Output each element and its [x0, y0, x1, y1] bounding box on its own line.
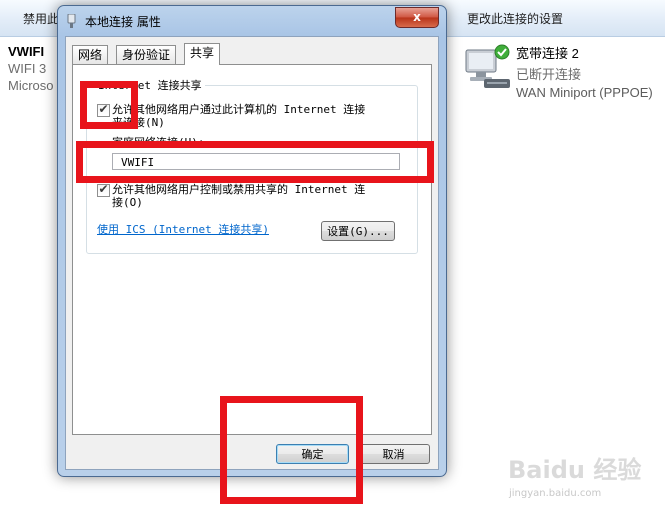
dialog-title: 本地连接 属性 [85, 15, 161, 29]
tab-authentication[interactable]: 身份验证 [116, 45, 177, 64]
network-computer-icon [465, 44, 510, 88]
cancel-button[interactable]: 取消 [357, 444, 430, 464]
allow-control-checkbox[interactable]: ✔ [97, 182, 110, 197]
annotation-box-checkbox [80, 81, 138, 129]
annotation-box-home-network [76, 141, 434, 183]
connection-status: WIFI 3 [8, 61, 47, 76]
dialog-titlebar[interactable]: 本地连接 属性 x [58, 6, 446, 36]
allow-sharing-label: 允许其他网络用户通过此计算机的 Internet 连接 来连接(N) [112, 103, 412, 129]
annotation-box-ok [220, 396, 363, 504]
tab-sharing[interactable]: 共享 [184, 43, 221, 65]
close-button[interactable]: x [395, 7, 439, 28]
label-line: 允许其他网络用户通过此计算机的 Internet 连接 [112, 103, 366, 116]
close-icon: x [413, 10, 421, 24]
tab-network[interactable]: 网络 [72, 45, 109, 64]
connection-name: VWIFI [8, 44, 45, 59]
connection-device: WAN Miniport (PPPOE) [516, 85, 653, 100]
label-line: 接(O) [112, 196, 143, 209]
baidu-watermark: Baidu 经验 jingyan.baidu.com [506, 450, 656, 506]
connection-vwifi[interactable]: VWIFI WIFI 3 Microso [8, 44, 54, 93]
label-line: 允许其他网络用户控制或禁用共享的 Internet 连 [112, 183, 366, 196]
network-adapter-icon [67, 14, 76, 28]
connection-device: Microso [8, 78, 54, 93]
watermark-text: Baidu 经验 [508, 456, 641, 484]
ics-help-link[interactable]: 使用 ICS (Internet 连接共享) [97, 221, 269, 237]
connection-name: 宽带连接 2 [516, 46, 579, 61]
connection-status: 已断开连接 [516, 67, 582, 82]
checkmark-icon: ✔ [98, 182, 109, 196]
change-connection-settings-button[interactable]: 更改此连接的设置 [467, 10, 563, 27]
settings-button[interactable]: 设置(G)... [321, 221, 395, 241]
watermark-url: jingyan.baidu.com [509, 488, 602, 499]
allow-control-label: 允许其他网络用户控制或禁用共享的 Internet 连 接(O) [112, 183, 412, 209]
label-line: 来连接(N) [112, 116, 165, 129]
disable-device-button[interactable]: 禁用此 [23, 10, 59, 27]
baidu-logo-icon: Baidu 经验 [508, 456, 641, 484]
